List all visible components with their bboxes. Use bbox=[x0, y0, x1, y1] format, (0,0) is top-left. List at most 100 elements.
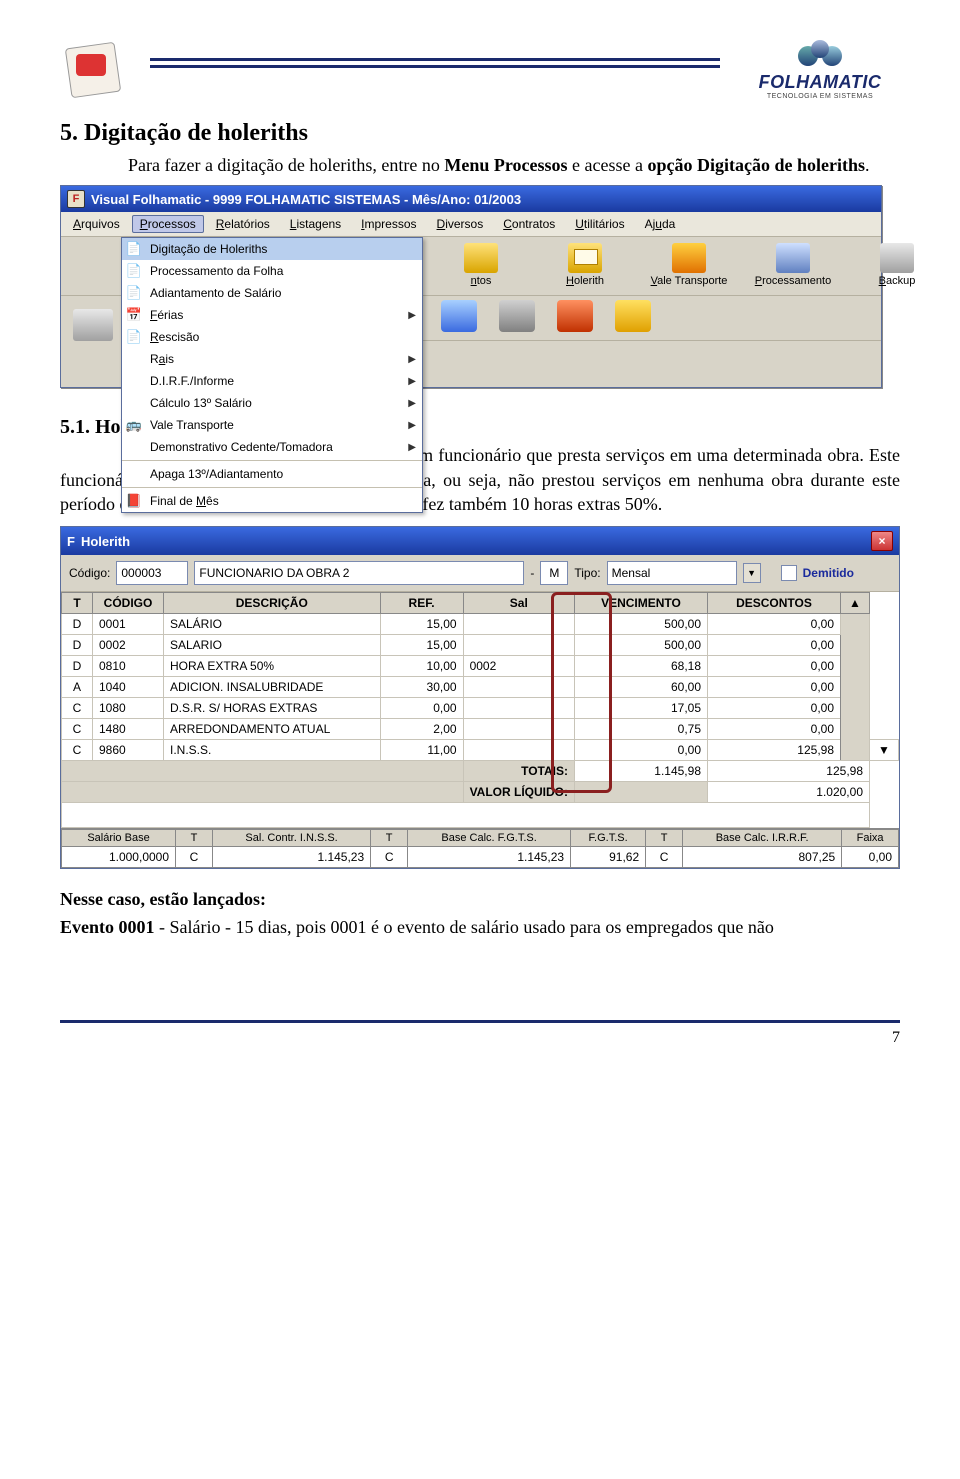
processing-icon bbox=[776, 243, 810, 273]
grid-row[interactable]: D 0002 SALARIO 15,00 500,00 0,00 bbox=[62, 635, 899, 656]
holerith-title: Holerith bbox=[81, 534, 130, 549]
toolbar2-icon-4[interactable] bbox=[615, 300, 651, 332]
submenu-arrow-icon: ▶ bbox=[408, 376, 416, 387]
page-icon: 📄 bbox=[124, 328, 144, 346]
page-header: FOLHAMATIC TECNOLOGIA EM SISTEMAS bbox=[60, 40, 900, 100]
footer-rule bbox=[60, 1020, 900, 1023]
grid-row[interactable]: D 0810 HORA EXTRA 50% 10,00 0002 68,18 0… bbox=[62, 656, 899, 677]
bus-icon: 🚌 bbox=[124, 416, 144, 434]
menu-contratos[interactable]: Contratos bbox=[495, 215, 563, 233]
menu-utilitarios[interactable]: Utilitários bbox=[567, 215, 632, 233]
toolbar-btn-vale-transporte[interactable]: Vale Transporte bbox=[647, 243, 731, 287]
nome-field[interactable]: FUNCIONARIO DA OBRA 2 bbox=[194, 561, 524, 585]
submenu-arrow-icon: ▶ bbox=[408, 420, 416, 431]
grid-row[interactable]: C 1080 D.S.R. S/ HORAS EXTRAS 0,00 17,05… bbox=[62, 698, 899, 719]
submenu-arrow-icon: ▶ bbox=[408, 442, 416, 453]
menu-ajuda[interactable]: Ajuda bbox=[637, 215, 684, 233]
page-icon: 📄 bbox=[124, 284, 144, 302]
demitido-label: Demitido bbox=[803, 566, 854, 580]
demitido-checkbox[interactable] bbox=[781, 565, 797, 581]
toolbar-btn-ntos[interactable]: ntos bbox=[439, 243, 523, 287]
submenu-arrow-icon: ▶ bbox=[408, 310, 416, 321]
sidebar-icon-2[interactable] bbox=[73, 309, 113, 341]
bus-icon bbox=[672, 243, 706, 273]
holerith-icon bbox=[568, 243, 602, 273]
tipo-label: Tipo: bbox=[574, 566, 600, 580]
menu-item-rescisao[interactable]: 📄 Rescisão bbox=[122, 326, 422, 348]
menu-relatorios[interactable]: Relatórios bbox=[208, 215, 278, 233]
scroll-up-button[interactable]: ▲ bbox=[841, 593, 870, 614]
window-titlebar: F Visual Folhamatic - 9999 FOLHAMATIC SI… bbox=[61, 186, 881, 212]
menu-diversos[interactable]: Diversos bbox=[429, 215, 492, 233]
menu-item-rais[interactable]: Rais ▶ bbox=[122, 348, 422, 370]
window-title: Visual Folhamatic - 9999 FOLHAMATIC SIST… bbox=[91, 192, 521, 207]
toolbar-btn-backup[interactable]: Backup bbox=[855, 243, 939, 287]
menu-processos[interactable]: Processos bbox=[132, 215, 204, 233]
sh-irrf: Base Calc. I.R.R.F. bbox=[683, 830, 842, 847]
close-button[interactable]: × bbox=[871, 531, 893, 551]
menubar: Arquivos Processos Relatórios Listagens … bbox=[61, 212, 881, 237]
folder-icon bbox=[464, 243, 498, 273]
after-line-2: Evento 0001 - Salário - 15 dias, pois 00… bbox=[60, 915, 900, 939]
sh-salario-base: Salário Base bbox=[62, 830, 176, 847]
menu-item-apaga-13[interactable]: Apaga 13º/Adiantamento bbox=[122, 463, 422, 485]
menu-arquivos[interactable]: Arquivos bbox=[65, 215, 128, 233]
codigo-field[interactable]: 000003 bbox=[116, 561, 188, 585]
brand-logo: FOLHAMATIC TECNOLOGIA EM SISTEMAS bbox=[740, 40, 900, 100]
totals-row: TOTAIS: 1.145,98 125,98 bbox=[62, 761, 899, 782]
page-icon: 📄 bbox=[124, 262, 144, 280]
sh-t3: T bbox=[646, 830, 683, 847]
menu-item-calculo-13[interactable]: Cálculo 13º Salário ▶ bbox=[122, 392, 422, 414]
col-descontos[interactable]: DESCONTOS bbox=[708, 593, 841, 614]
page-icon: 📄 bbox=[124, 240, 144, 258]
menu-listagens[interactable]: Listagens bbox=[282, 215, 349, 233]
col-t[interactable]: T bbox=[62, 593, 93, 614]
sh-inss: Sal. Contr. I.N.S.S. bbox=[213, 830, 371, 847]
logo-sub: TECNOLOGIA EM SISTEMAS bbox=[740, 93, 900, 100]
tipo-dropdown-button[interactable]: ▼ bbox=[743, 563, 761, 583]
processos-dropdown: 📄 Digitação de Holeriths 📄 Processamento… bbox=[121, 237, 423, 513]
col-sal[interactable]: Sal bbox=[463, 593, 574, 614]
after-line-1: Nesse caso, estão lançados: bbox=[60, 887, 900, 911]
liquido-row: VALOR LÍQUIDO: 1.020,00 bbox=[62, 782, 899, 803]
page-number: 7 bbox=[60, 1029, 900, 1047]
grid-row[interactable]: C 9860 I.N.S.S. 11,00 0,00 125,98 ▼ bbox=[62, 740, 899, 761]
toolbar2-icon-3[interactable] bbox=[557, 300, 593, 332]
scroll-down-button[interactable]: ▼ bbox=[870, 740, 899, 761]
menu-item-final-mes[interactable]: 📕 Final de Mês bbox=[122, 490, 422, 512]
section-5-title: 5. Digitação de holeriths bbox=[60, 120, 900, 147]
app-icon: F bbox=[67, 534, 75, 549]
submenu-arrow-icon: ▶ bbox=[408, 354, 416, 365]
app-window-screenshot: F Visual Folhamatic - 9999 FOLHAMATIC SI… bbox=[60, 185, 882, 388]
menu-item-ferias[interactable]: 📅 Férias ▶ bbox=[122, 304, 422, 326]
header-rule bbox=[150, 58, 720, 68]
backup-icon bbox=[880, 243, 914, 273]
menu-item-vale-transporte[interactable]: 🚌 Vale Transporte ▶ bbox=[122, 414, 422, 436]
tipo-select[interactable]: Mensal bbox=[607, 561, 737, 585]
menu-item-digitacao-holeriths[interactable]: 📄 Digitação de Holeriths bbox=[122, 238, 422, 260]
toolbar2-icon-2[interactable] bbox=[499, 300, 535, 332]
m-field[interactable]: M bbox=[540, 561, 568, 585]
sh-fgts-base: Base Calc. F.G.T.S. bbox=[408, 830, 571, 847]
col-vencimento[interactable]: VENCIMENTO bbox=[575, 593, 708, 614]
menu-impressos[interactable]: Impressos bbox=[353, 215, 424, 233]
logo-mark-icon bbox=[798, 40, 842, 70]
grid-row[interactable]: C 1480 ARREDONDAMENTO ATUAL 2,00 0,75 0,… bbox=[62, 719, 899, 740]
section-5-para: Para fazer a digitação de holeriths, ent… bbox=[60, 153, 900, 177]
col-descricao[interactable]: DESCRIÇÃO bbox=[164, 593, 381, 614]
grid-row[interactable]: A 1040 ADICION. INSALUBRIDADE 30,00 60,0… bbox=[62, 677, 899, 698]
menu-item-processamento-folha[interactable]: 📄 Processamento da Folha bbox=[122, 260, 422, 282]
toolbar-btn-holerith[interactable]: Holerith bbox=[543, 243, 627, 287]
menu-item-adiantamento-salario[interactable]: 📄 Adiantamento de Salário bbox=[122, 282, 422, 304]
toolbar2-icon-1[interactable] bbox=[441, 300, 477, 332]
col-codigo[interactable]: CÓDIGO bbox=[93, 593, 164, 614]
toolbar: ntos Holerith Vale Transporte Proce bbox=[431, 237, 947, 295]
sh-t2: T bbox=[371, 830, 408, 847]
grid-row[interactable]: D 0001 SALÁRIO 15,00 500,00 0,00 bbox=[62, 614, 899, 635]
menu-item-dirf[interactable]: D.I.R.F./Informe ▶ bbox=[122, 370, 422, 392]
logo-text: FOLHAMATIC bbox=[740, 72, 900, 93]
mascot-icon bbox=[60, 40, 130, 100]
col-ref[interactable]: REF. bbox=[380, 593, 463, 614]
menu-item-demonstrativo[interactable]: Demonstrativo Cedente/Tomadora ▶ bbox=[122, 436, 422, 458]
toolbar-btn-processamento[interactable]: Processamento bbox=[751, 243, 835, 287]
